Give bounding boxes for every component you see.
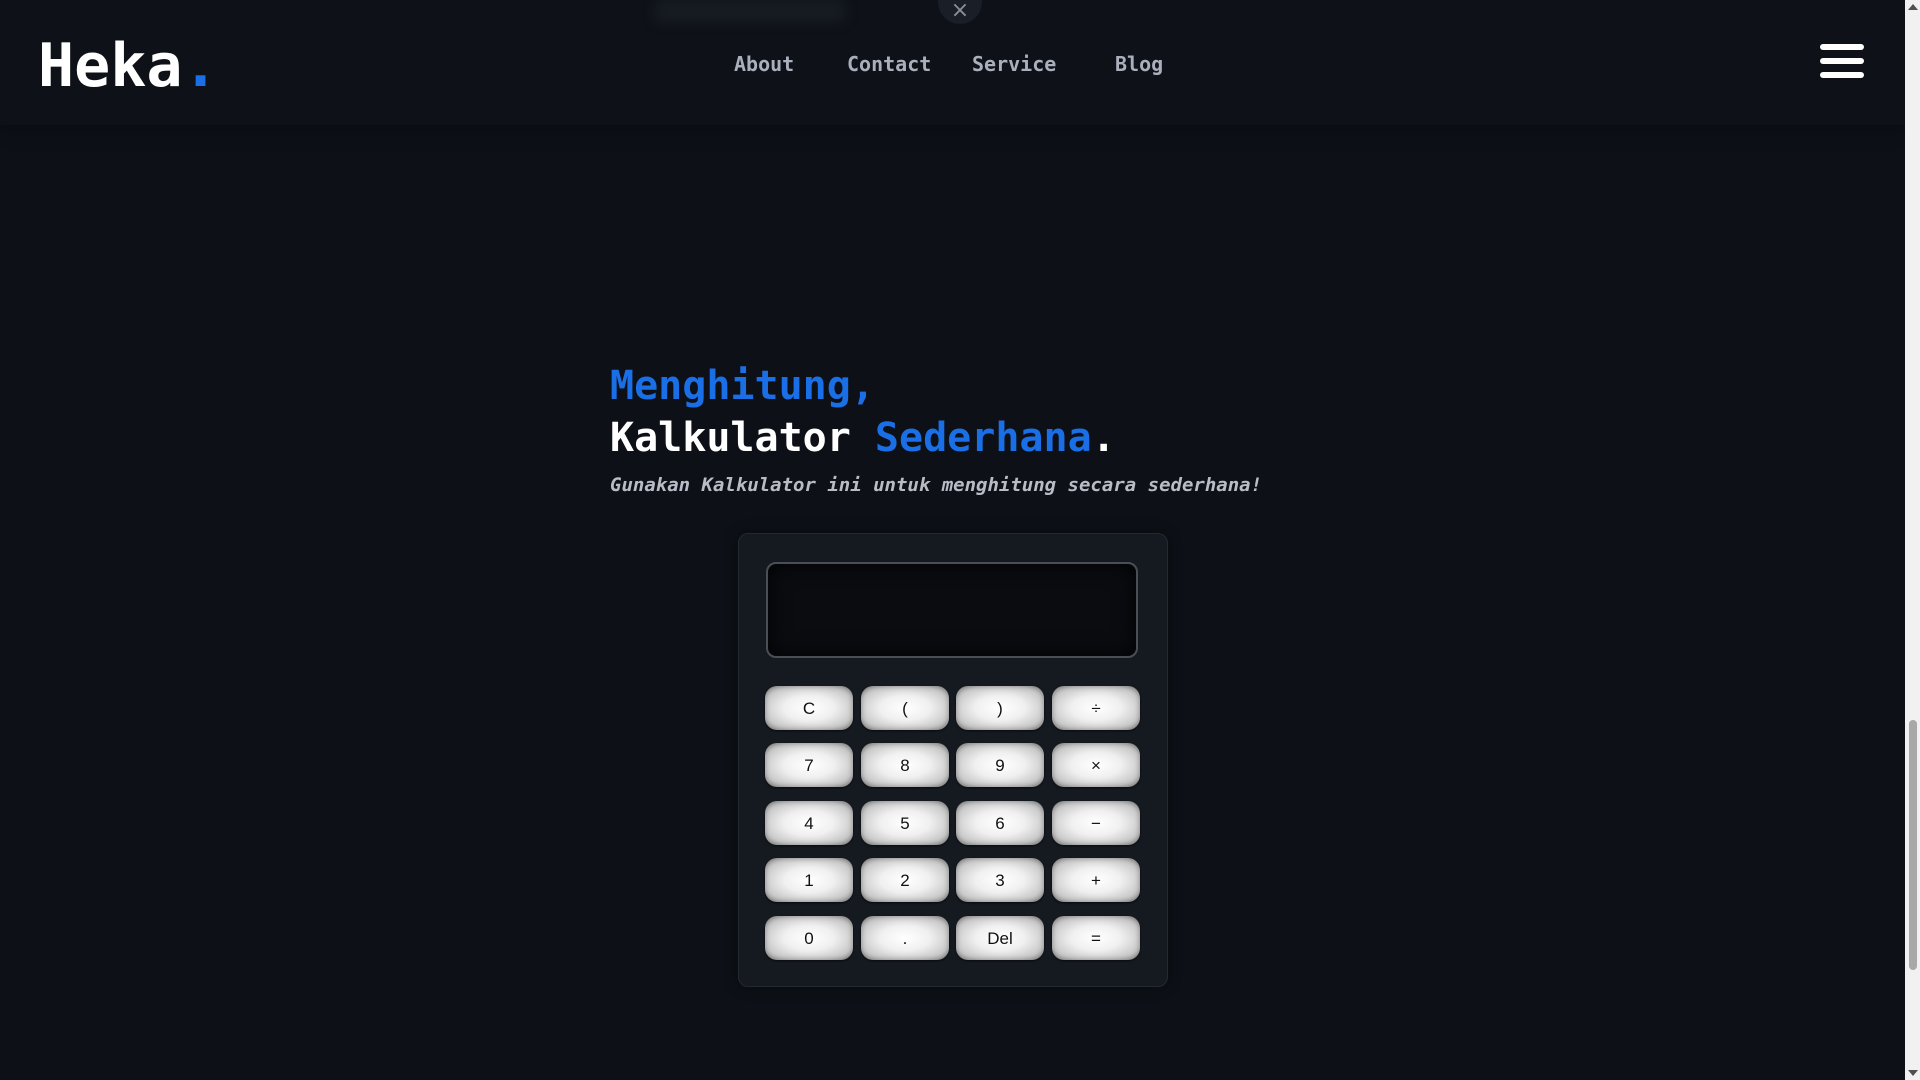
nav-link-blog[interactable]: Blog [1115,50,1163,78]
key-equals[interactable]: = [1052,916,1140,960]
key-decimal[interactable]: . [861,916,949,960]
hero-title-period: . [1091,415,1116,461]
logo[interactable]: Heka. [38,28,219,104]
blurred-banner [655,0,845,22]
vertical-scrollbar[interactable] [1905,0,1920,1080]
nav-link-about[interactable]: About [734,50,794,78]
key-7[interactable]: 7 [765,743,853,787]
key-clear[interactable]: C [765,686,853,730]
key-9[interactable]: 9 [956,743,1044,787]
hero-section: Menghitung, Kalkulator Sederhana. Gunaka… [610,360,1370,496]
key-1[interactable]: 1 [765,858,853,902]
hamburger-bar [1820,72,1864,78]
scroll-down-arrow-icon[interactable] [1908,1070,1918,1076]
logo-text: Heka [38,31,183,101]
scrollbar-thumb[interactable] [1909,720,1917,970]
hamburger-menu-icon[interactable] [1820,44,1864,80]
site-header: Heka. About Contact Service Blog × [0,0,1905,125]
scroll-up-arrow-icon[interactable] [1908,4,1918,10]
hamburger-bar [1820,44,1864,50]
key-6[interactable]: 6 [956,801,1044,845]
key-close-paren[interactable]: ) [956,686,1044,730]
key-divide[interactable]: ÷ [1052,686,1140,730]
nav-link-contact[interactable]: Contact [847,50,931,78]
key-delete[interactable]: Del [956,916,1044,960]
key-5[interactable]: 5 [861,801,949,845]
logo-dot: . [182,31,219,101]
key-8[interactable]: 8 [861,743,949,787]
close-icon[interactable]: × [938,0,982,24]
hero-title-accent: Sederhana [874,415,1092,461]
key-multiply[interactable]: × [1052,743,1140,787]
hero-heading-line1: Menghitung, [610,363,875,409]
key-4[interactable]: 4 [765,801,853,845]
hero-subtitle: Gunakan Kalkulator ini untuk menghitung … [610,474,1263,496]
hero-title-white: Kalkulator [610,415,875,461]
key-open-paren[interactable]: ( [861,686,949,730]
page: Heka. About Contact Service Blog × Mengh… [0,0,1920,1080]
calculator: C ( ) ÷ 7 8 9 × 4 5 6 − 1 2 3 + 0 . Del … [738,533,1168,987]
calculator-display [766,562,1138,658]
key-0[interactable]: 0 [765,916,853,960]
hamburger-bar [1820,58,1864,64]
key-2[interactable]: 2 [861,858,949,902]
hero-heading-line2: Kalkulator Sederhana. [610,412,1370,464]
key-subtract[interactable]: − [1052,801,1140,845]
key-add[interactable]: + [1052,858,1140,902]
key-3[interactable]: 3 [956,858,1044,902]
nav-link-service[interactable]: Service [972,50,1056,78]
